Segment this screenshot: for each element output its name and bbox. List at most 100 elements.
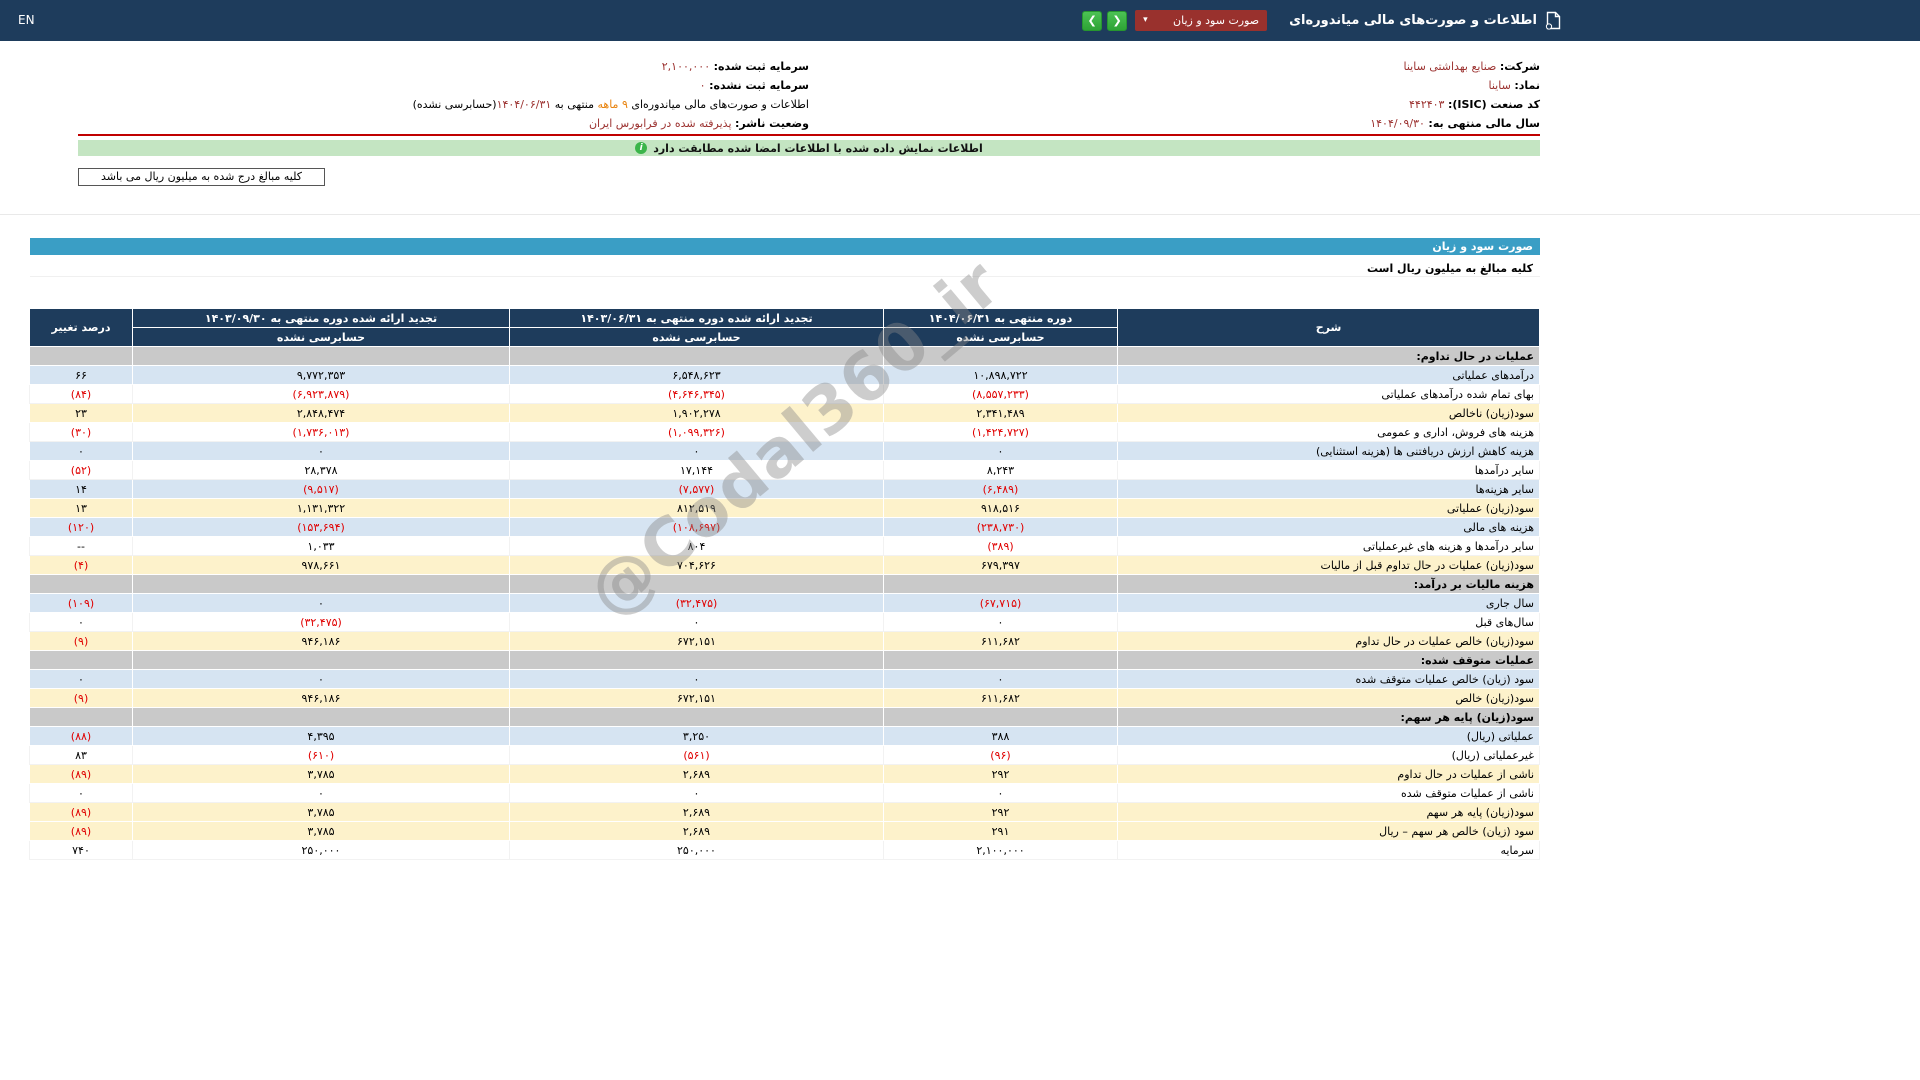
report-title-prefix: اطلاعات و صورت‌های مالی میاندوره‌ای <box>631 98 809 111</box>
statement-section-header: صورت سود و زیان <box>30 238 1540 255</box>
header-period-restated-interim: تجدید ارائه شده دوره منتهی به ۱۴۰۳/۰۶/۳۱ <box>509 308 884 328</box>
row-percent-change: (۴) <box>29 555 133 575</box>
row-percent-change: ۸۳ <box>29 745 133 765</box>
row-value-restated-annual: ۲۵۰,۰۰۰ <box>132 840 510 860</box>
income-statement-table: شرح دوره منتهی به ۱۴۰۴/۰۶/۳۱ تجدید ارائه… <box>29 308 1540 860</box>
table-row: سود(زیان) خالص ۶۱۱,۶۸۲ ۶۷۲,۱۵۱ ۹۴۶,۱۸۶ (۹) <box>29 688 1540 708</box>
row-value-current: ۲۹۲ <box>883 764 1118 784</box>
symbol-field: نماد: ساینا <box>809 79 1541 92</box>
table-row: سود(زیان) پایه هر سهم ۲۹۲ ۲,۶۸۹ ۳,۷۸۵ (۸۹) <box>29 802 1540 822</box>
row-percent-change: (۱۲۰) <box>29 517 133 537</box>
row-value-current: ۲۹۲ <box>883 802 1118 822</box>
row-description: سود (زیان) خالص عملیات متوقف شده <box>1117 669 1540 689</box>
row-description: ناشی از عملیات متوقف شده <box>1117 783 1540 803</box>
row-percent-change: ۶۶ <box>29 365 133 385</box>
table-row: سال‌های قبل ۰ ۰ (۳۲,۴۷۵) ۰ <box>29 612 1540 632</box>
row-value-restated-annual: ۳,۷۸۵ <box>132 802 510 822</box>
row-value-current: ۸,۲۴۳ <box>883 460 1118 480</box>
row-description: سرمایه <box>1117 840 1540 860</box>
row-value-restated-annual: ۰ <box>132 441 510 461</box>
row-description: سود(زیان) پایه هر سهم <box>1117 802 1540 822</box>
row-value-current <box>883 707 1118 727</box>
next-statement-button[interactable]: ❮ <box>1107 10 1128 31</box>
table-row: هزینه های مالی (۲۳۸,۷۳۰) (۱۰۸,۶۹۷) (۱۵۳,۶۹۴… <box>29 517 1540 537</box>
page-title: اطلاعات و صورت‌های مالی میاندوره‌ای <box>1289 13 1537 28</box>
row-percent-change: ۰ <box>29 669 133 689</box>
header-percent-change: درصد تغییر <box>29 308 133 347</box>
row-percent-change: ۷۴۰ <box>29 840 133 860</box>
row-description: سود(زیان) خالص <box>1117 688 1540 708</box>
row-value-restated-annual: ۴,۳۹۵ <box>132 726 510 746</box>
row-percent-change: ۲۳ <box>29 403 133 423</box>
row-percent-change: (۱۰۹) <box>29 593 133 613</box>
row-description: سود(زیان) عملیات در حال تداوم قبل از مال… <box>1117 555 1540 575</box>
row-value-current: (۶۷,۷۱۵) <box>883 593 1118 613</box>
publisher-status-field: وضعیت ناشر: پذیرفته شده در فرابورس ایران <box>78 117 809 130</box>
row-value-restated-interim: ۶۷۲,۱۵۱ <box>509 688 884 708</box>
row-value-restated-interim: ۶۷۲,۱۵۱ <box>509 631 884 651</box>
row-description: سود (زیان) خالص هر سهم – ریال <box>1117 821 1540 841</box>
report-icon <box>1545 11 1562 30</box>
table-row: هزینه کاهش ارزش دریافتنی ها (هزینه استثن… <box>29 441 1540 461</box>
row-value-restated-annual: ۹۴۶,۱۸۶ <box>132 688 510 708</box>
statement-type-dropdown[interactable]: صورت سود و زیان ▾ <box>1135 10 1268 31</box>
row-value-current: (۸,۵۵۷,۲۳۳) <box>883 384 1118 404</box>
table-row: سایر درآمدها ۸,۲۴۳ ۱۷,۱۴۴ ۲۸,۳۷۸ (۵۲) <box>29 460 1540 480</box>
row-description: سال جاری <box>1117 593 1540 613</box>
row-value-restated-interim: (۴,۶۴۶,۳۴۵) <box>509 384 884 404</box>
row-description: هزینه های مالی <box>1117 517 1540 537</box>
subheader-audit-3: حسابرسی نشده <box>132 327 510 347</box>
row-value-restated-annual: (۹,۵۱۷) <box>132 479 510 499</box>
report-period-date: ۱۴۰۴/۰۶/۳۱ <box>496 98 552 111</box>
fiscal-year-value: ۱۴۰۴/۰۹/۳۰ <box>1370 117 1425 130</box>
row-description: سایر درآمدها و هزینه های غیرعملیاتی <box>1117 536 1540 556</box>
table-row: غیرعملیاتی (ریال) (۹۶) (۵۶۱) (۶۱۰) ۸۳ <box>29 745 1540 765</box>
row-value-current: ۲۹۱ <box>883 821 1118 841</box>
row-value-restated-interim: (۵۶۱) <box>509 745 884 765</box>
language-toggle[interactable]: EN <box>18 13 35 27</box>
row-value-restated-annual: ۲,۸۴۸,۴۷۴ <box>132 403 510 423</box>
row-value-restated-annual: (۱,۷۳۶,۰۱۳) <box>132 422 510 442</box>
row-value-restated-annual: ۰ <box>132 593 510 613</box>
table-row: سایر درآمدها و هزینه های غیرعملیاتی (۳۸۹)… <box>29 536 1540 556</box>
row-description: سود(زیان) عملیاتی <box>1117 498 1540 518</box>
info-row-2: نماد: ساینا سرمایه ثبت نشده: ۰ <box>78 76 1540 95</box>
row-value-restated-annual: ۱,۰۳۳ <box>132 536 510 556</box>
row-value-restated-annual: (۶۱۰) <box>132 745 510 765</box>
prev-statement-button[interactable]: ❯ <box>1082 10 1103 31</box>
row-percent-change: -- <box>29 536 133 556</box>
row-description: هزینه مالیات بر درآمد: <box>1117 574 1540 594</box>
report-period-highlight: ۹ ماهه <box>597 98 628 111</box>
row-percent-change: (۹) <box>29 631 133 651</box>
company-field: شرکت: صنایع بهداشتی ساینا <box>809 60 1541 73</box>
row-percent-change: (۹) <box>29 688 133 708</box>
company-label: شرکت: <box>1499 60 1540 73</box>
row-value-current: ۰ <box>883 783 1118 803</box>
row-value-restated-annual: ۰ <box>132 783 510 803</box>
currency-unit-text: کلیه مبالغ درج شده به میلیون ریال می باش… <box>101 170 302 183</box>
row-description: سایر درآمدها <box>1117 460 1540 480</box>
table-row: سایر هزینه‌ها (۶,۴۸۹) (۷,۵۷۷) (۹,۵۱۷) ۱۴ <box>29 479 1540 499</box>
info-row-4: سال مالی منتهی به: ۱۴۰۴/۰۹/۳۰ وضعیت ناشر… <box>78 114 1540 133</box>
registered-capital-value: ۲,۱۰۰,۰۰۰ <box>661 60 711 73</box>
row-value-restated-interim: ۳,۲۵۰ <box>509 726 884 746</box>
row-percent-change <box>29 707 133 727</box>
statement-type-selected: صورت سود و زیان <box>1173 14 1260 27</box>
table-row: سرمایه ۲,۱۰۰,۰۰۰ ۲۵۰,۰۰۰ ۲۵۰,۰۰۰ ۷۴۰ <box>29 840 1540 860</box>
top-navbar: اطلاعات و صورت‌های مالی میاندوره‌ای صورت… <box>0 0 1920 41</box>
row-value-restated-interim <box>509 574 884 594</box>
unregistered-capital-label: سرمایه ثبت نشده: <box>709 79 809 92</box>
table-row: هزینه مالیات بر درآمد: <box>29 574 1540 594</box>
report-title-suffix: (حسابرسی نشده) <box>412 98 497 111</box>
row-percent-change: ۰ <box>29 612 133 632</box>
table-row: سود(زیان) عملیات در حال تداوم قبل از مال… <box>29 555 1540 575</box>
row-value-current: ۲,۳۴۱,۴۸۹ <box>883 403 1118 423</box>
row-description: سود(زیان) ناخالص <box>1117 403 1540 423</box>
row-value-restated-interim: ۰ <box>509 783 884 803</box>
row-value-current: ۹۱۸,۵۱۶ <box>883 498 1118 518</box>
company-value: صنایع بهداشتی ساینا <box>1403 60 1497 73</box>
header-description: شرح <box>1117 308 1540 347</box>
isic-field: کد صنعت (ISIC): ۴۴۲۴۰۳ <box>809 98 1540 111</box>
row-value-current: ۶۷۹,۳۹۷ <box>883 555 1118 575</box>
row-value-current: ۶۱۱,۶۸۲ <box>883 688 1118 708</box>
